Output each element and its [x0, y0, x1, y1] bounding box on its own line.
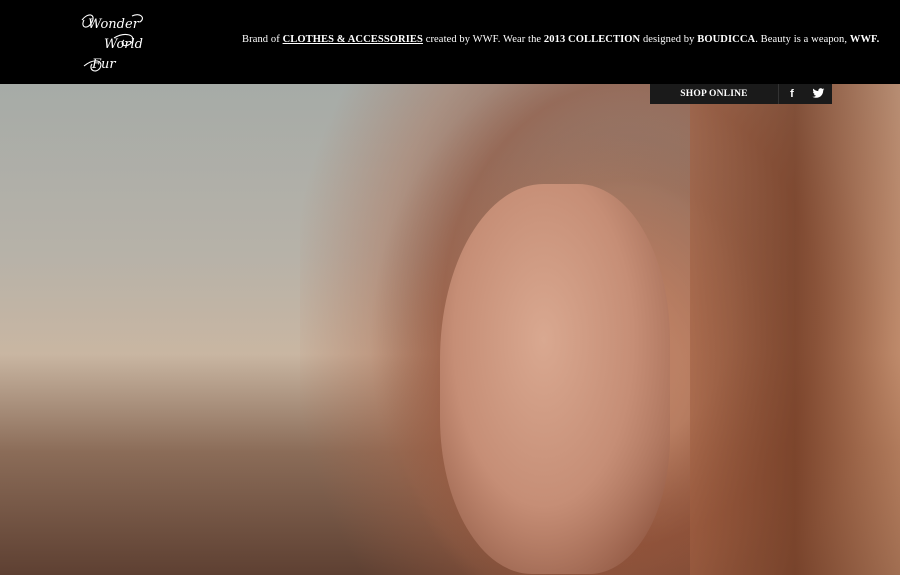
twitter-bird-icon: [811, 88, 824, 98]
clothes-accessories-link[interactable]: CLOTHES & ACCESSORIES: [283, 34, 423, 45]
hero-image: [0, 84, 900, 575]
shop-online-button[interactable]: SHOP ONLINE: [650, 84, 778, 104]
twitter-icon[interactable]: [805, 84, 831, 104]
logo-text-line-2: World: [104, 37, 143, 52]
tagline-collection: 2013 COLLECTION: [543, 34, 641, 45]
logo-text-line-1: Wonder: [88, 17, 140, 32]
tagline-text-1: Brand of: [242, 34, 283, 45]
shop-nav-bar: SHOP ONLINE f: [650, 84, 832, 104]
tagline-text-3: designed by: [640, 34, 698, 45]
hero-face-shape: [440, 184, 670, 574]
hero-hair-right-shape: [690, 84, 900, 575]
logo-text-line-3: Fur: [91, 57, 116, 72]
tagline-text-2: created by WWF. Wear the: [422, 34, 544, 45]
tagline-text-4: . Beauty is a weapon,: [755, 34, 850, 45]
brand-logo[interactable]: Wonder World Fur: [74, 8, 154, 74]
tagline-designer: BOUDICCA: [697, 34, 756, 45]
logo-script-graphic: Wonder World Fur: [81, 14, 143, 72]
facebook-icon[interactable]: f: [778, 84, 805, 104]
site-header: Wonder World Fur Brand of CLOTHES & ACCE…: [0, 0, 900, 84]
tagline-brand: WWF.: [849, 34, 880, 45]
header-tagline: Brand of CLOTHES & ACCESSORIES created b…: [242, 34, 879, 45]
